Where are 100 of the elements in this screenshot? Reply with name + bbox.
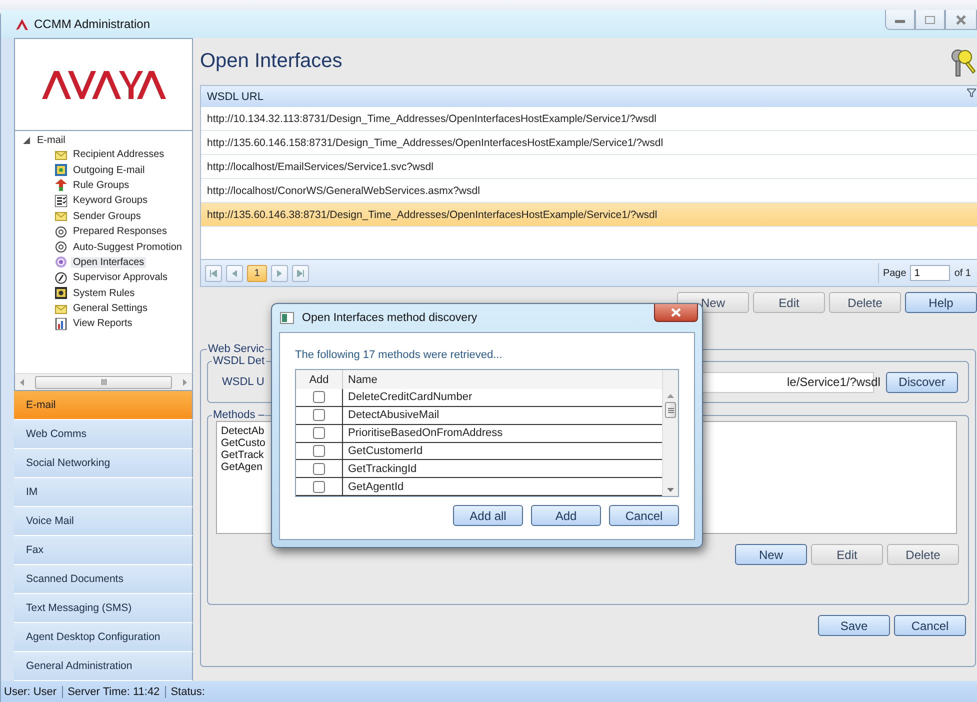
field-label: WSDL U — [222, 376, 266, 388]
group-legend: WSDL Det — [212, 355, 266, 367]
vertical-scrollbar[interactable] — [662, 370, 678, 496]
close-button[interactable] — [654, 304, 698, 322]
tree-item[interactable]: Sender Groups — [71, 210, 143, 222]
table-cell-text: DetectAbusiveMail — [347, 409, 440, 422]
dialog-message: The following 17 methods were retrieved... — [295, 349, 504, 361]
camera-icon — [55, 287, 67, 300]
action-button[interactable]: New — [735, 544, 807, 565]
checkbox[interactable] — [313, 409, 325, 422]
page-total: of 1 — [954, 268, 971, 278]
arrow-icon — [55, 179, 67, 192]
window-icon — [280, 312, 294, 324]
table-cell-text: GetAgentId — [347, 480, 404, 493]
nav-button[interactable]: Social Networking — [14, 449, 193, 478]
scroll-left-icon[interactable] — [19, 378, 25, 386]
discover-button[interactable]: Discover — [886, 372, 958, 392]
list-icon — [55, 194, 67, 207]
status-text: Server Time: 11:42 — [62, 686, 165, 698]
tree-item[interactable]: Open Interfaces — [71, 256, 146, 268]
nav-button[interactable]: Scanned Documents — [14, 565, 193, 594]
horizontal-scrollbar[interactable] — [14, 373, 193, 391]
group-legend: Web Servic — [207, 343, 266, 355]
tree-item[interactable]: General Settings — [71, 303, 150, 314]
window-title: CCMM Administration — [34, 17, 150, 31]
tree-item[interactable]: Keyword Groups — [71, 195, 150, 206]
dialog-button[interactable]: Cancel — [609, 505, 679, 526]
tree-item[interactable]: Rule Groups — [71, 180, 132, 191]
filter-icon[interactable] — [967, 88, 976, 97]
nav-button[interactable]: Voice Mail — [14, 507, 193, 536]
tree-item[interactable]: Prepared Responses — [71, 226, 169, 238]
first-page-button[interactable] — [205, 264, 222, 282]
close-icon — [955, 14, 967, 24]
group-legend: Methods – — [212, 409, 266, 421]
action-button[interactable]: Edit — [811, 544, 883, 565]
envelope-icon — [55, 302, 67, 315]
checkbox[interactable] — [313, 462, 325, 475]
nav-button[interactable]: E-mail — [14, 391, 193, 420]
nav-button[interactable]: Text Messaging (SMS) — [14, 594, 193, 623]
ring-icon — [55, 256, 67, 268]
envelope-icon — [55, 148, 67, 161]
checkbox[interactable] — [313, 391, 325, 404]
column-header[interactable]: Name — [343, 374, 378, 386]
envelope-icon — [55, 210, 67, 222]
nav-button[interactable]: Web Comms — [14, 420, 193, 449]
checkbox[interactable] — [313, 480, 325, 493]
keys-icon — [950, 47, 976, 77]
action-button[interactable]: Edit — [753, 292, 825, 313]
action-button[interactable]: Save — [818, 615, 890, 636]
nav-button[interactable]: Fax — [14, 536, 193, 565]
dialog-title: Open Interfaces method discovery — [302, 312, 478, 324]
dialog-button[interactable]: Add — [531, 505, 601, 526]
tree-item[interactable]: System Rules — [71, 288, 137, 299]
tree-item[interactable]: Supervisor Approvals — [71, 272, 170, 284]
status-text: Status: — [164, 686, 210, 698]
nav-button[interactable]: IM — [14, 478, 193, 507]
grip-icon[interactable] — [98, 379, 108, 385]
next-icon — [277, 270, 282, 276]
tree-item[interactable]: Outgoing E-mail — [71, 164, 147, 176]
nav-button[interactable]: General Administration — [14, 652, 193, 681]
minimize-button[interactable] — [885, 10, 915, 30]
column-header[interactable]: WSDL URL — [207, 90, 264, 102]
previous-icon — [232, 270, 237, 276]
maximize-button[interactable] — [915, 10, 945, 30]
scroll-right-icon[interactable] — [182, 378, 188, 386]
page-button[interactable]: 1 — [247, 264, 267, 282]
expanded-icon[interactable] — [23, 137, 30, 144]
table-row[interactable]: http://10.134.32.113:8731/Design_Time_Addresses/OpenInterfacesHostExample/Service1/?wsdl — [201, 107, 977, 131]
close-icon — [671, 308, 681, 317]
checkbox[interactable] — [313, 444, 325, 457]
grip-icon[interactable] — [668, 406, 674, 414]
table-row[interactable]: http://localhost/EmailServices/Service1.svc?wsdl — [201, 155, 977, 179]
tree-item[interactable]: View Reports — [71, 318, 134, 330]
action-button[interactable]: Help — [905, 292, 977, 313]
last-page-icon — [297, 270, 304, 276]
action-button[interactable]: Delete — [887, 544, 959, 565]
table-cell-text: DeleteCreditCardNumber — [347, 391, 472, 404]
chart-icon — [55, 318, 67, 330]
next-page-button[interactable] — [271, 264, 288, 282]
nav-button[interactable]: Agent Desktop Configuration — [14, 623, 193, 652]
previous-page-button[interactable] — [226, 264, 243, 282]
page-field[interactable]: 1 — [910, 265, 950, 281]
avaya-logo-icon — [42, 70, 166, 100]
dialog-button[interactable]: Add all — [453, 505, 523, 526]
table-row[interactable]: http://135.60.146.38:8731/Design_Time_Addresses/OpenInterfacesHostExample/Service1/?wsdl — [201, 203, 977, 227]
first-page-icon — [210, 270, 217, 276]
tree-item[interactable]: Recipient Addresses — [71, 149, 166, 160]
checkbox[interactable] — [313, 427, 325, 440]
column-header[interactable]: Add — [296, 370, 343, 390]
pencil-icon — [55, 272, 67, 284]
tree-item[interactable]: E-mail — [35, 135, 68, 146]
last-page-button[interactable] — [292, 264, 309, 282]
table-cell-text: PrioritiseBasedOnFromAddress — [347, 427, 503, 440]
table-row[interactable]: http://135.60.146.158:8731/Design_Time_Addresses/OpenInterfacesHostExample/Service1/?wsdl — [201, 131, 977, 155]
action-button[interactable]: Delete — [829, 292, 901, 313]
table-cell-text: GetCustomerId — [347, 444, 423, 457]
action-button[interactable]: Cancel — [894, 615, 966, 636]
scroll-down-icon[interactable] — [667, 488, 674, 493]
tree-item[interactable]: Auto-Suggest Promotion — [71, 242, 184, 253]
maximize-icon — [924, 14, 936, 24]
